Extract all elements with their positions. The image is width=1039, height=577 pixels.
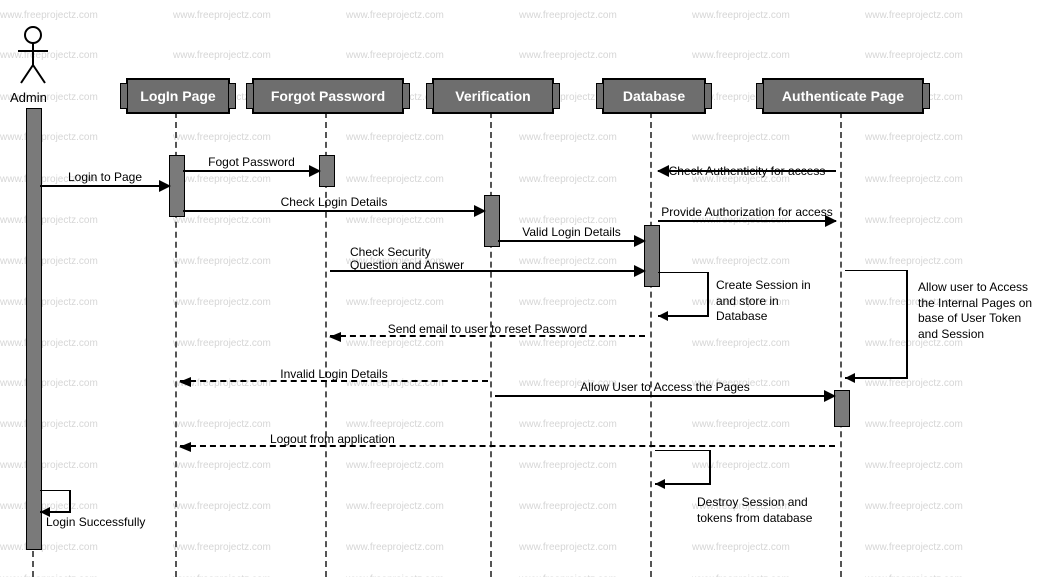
msg-allow-access: Allow User to Access the Pages [495, 395, 835, 397]
arrowhead-icon [474, 205, 486, 217]
lifeline-auth: Authenticate Page [762, 78, 924, 114]
actor-icon [18, 25, 48, 85]
activation-forgot [319, 155, 335, 187]
msg-check-authenticity: Check Authenticity for access [658, 170, 836, 172]
lifeline-line-auth [840, 112, 842, 577]
msg-check-security: Check Security Question and Answer [330, 270, 645, 272]
lifeline-verify: Verification [432, 78, 554, 114]
note-destroy-session: Destroy Session and tokens from database [697, 495, 817, 526]
actor-label: Admin [10, 90, 47, 105]
msg-check-login: Check Login Details [183, 210, 485, 212]
msg-valid-login: Valid Login Details [498, 240, 645, 242]
msg-send-email: Send email to user to reset Password [330, 335, 645, 339]
msg-login-to-page: Login to Page [40, 185, 170, 187]
arrowhead-icon [179, 377, 191, 387]
lifeline-forgot: Forgot Password [252, 78, 404, 114]
self-allow-internal-path [845, 270, 920, 388]
arrowhead-icon [329, 332, 341, 342]
msg-provide-auth: Provide Authorization for access [658, 220, 836, 222]
arrowhead-icon [179, 442, 191, 452]
lifeline-login: LogIn Page [126, 78, 230, 114]
lifeline-db: Database [602, 78, 706, 114]
note-create-session: Create Session in and store in Database [716, 278, 826, 325]
lifeline-line-db [650, 112, 652, 577]
arrowhead-icon [634, 265, 646, 277]
self-create-session-path [658, 272, 718, 324]
arrowhead-icon [309, 165, 321, 177]
arrowhead-icon [159, 180, 171, 192]
activation-auth [834, 390, 850, 427]
lifeline-line-verify [490, 112, 492, 577]
arrowhead-icon [825, 215, 837, 227]
self-destroy-session-path [655, 450, 725, 492]
arrowhead-icon [634, 235, 646, 247]
msg-forgot-password: Fogot Password [183, 170, 320, 172]
msg-invalid-login: Invalid Login Details [180, 380, 488, 384]
arrowhead-icon [657, 165, 669, 177]
note-allow-internal: Allow user to Access the Internal Pages … [918, 280, 1036, 342]
msg-logout: Logout from application [180, 445, 835, 449]
arrowhead-icon [824, 390, 836, 402]
